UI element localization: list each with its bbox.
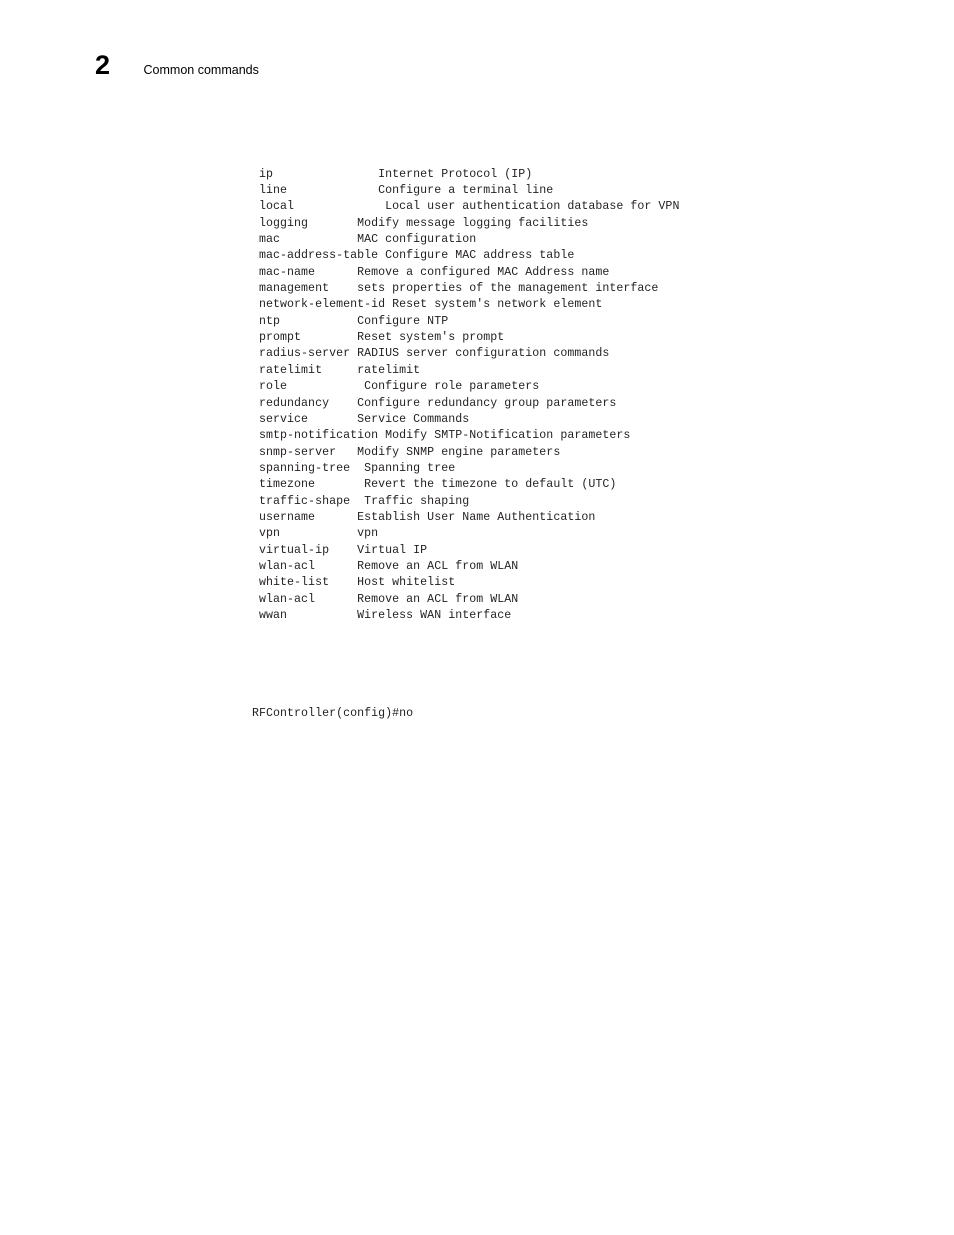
command-help-line: line Configure a terminal line: [252, 184, 554, 198]
command-help-line: wwan Wireless WAN interface: [252, 608, 512, 622]
command-help-line: ntp Configure NTP: [252, 314, 449, 328]
command-help-line: traffic-shape Traffic shaping: [252, 494, 470, 508]
command-help-line: vpn vpn: [252, 527, 379, 541]
command-help-line: mac MAC configuration: [252, 233, 477, 247]
page-header: 2 Common commands: [95, 52, 259, 79]
terminal-output: ip Internet Protocol (IP) line Configure…: [252, 134, 679, 739]
command-help-line: mac-address-table Configure MAC address …: [252, 249, 575, 263]
command-help-line: snmp-server Modify SNMP engine parameter…: [252, 445, 561, 459]
command-help-line: smtp-notification Modify SMTP-Notificati…: [252, 429, 631, 443]
command-help-line: ratelimit ratelimit: [252, 363, 421, 377]
command-help-line: spanning-tree Spanning tree: [252, 461, 456, 475]
command-help-line: wlan-acl Remove an ACL from WLAN: [252, 559, 519, 573]
command-help-line: service Service Commands: [252, 412, 470, 426]
chapter-number: 2: [95, 50, 110, 80]
command-help-line: redundancy Configure redundancy group pa…: [252, 396, 617, 410]
command-help-line: management sets properties of the manage…: [252, 282, 659, 296]
command-help-line: local Local user authentication database…: [252, 200, 680, 214]
command-help-line: username Establish User Name Authenticat…: [252, 510, 596, 524]
page-title: Common commands: [143, 63, 259, 77]
command-help-line: mac-name Remove a configured MAC Address…: [252, 265, 610, 279]
command-help-line: role Configure role parameters: [252, 380, 540, 394]
command-help-list: ip Internet Protocol (IP) line Configure…: [252, 167, 679, 625]
command-help-line: radius-server RADIUS server configuratio…: [252, 347, 610, 361]
command-help-line: network-element-id Reset system's networ…: [252, 298, 603, 312]
cli-prompt-line: RFController(config)#no: [252, 707, 414, 721]
command-help-line: timezone Revert the timezone to default …: [252, 478, 617, 492]
command-help-line: logging Modify message logging facilitie…: [252, 216, 589, 230]
command-help-line: ip Internet Protocol (IP): [252, 167, 533, 181]
command-help-line: wlan-acl Remove an ACL from WLAN: [252, 592, 519, 606]
command-help-line: prompt Reset system's prompt: [252, 331, 505, 345]
command-help-line: virtual-ip Virtual IP: [252, 543, 428, 557]
command-help-line: white-list Host whitelist: [252, 576, 456, 590]
